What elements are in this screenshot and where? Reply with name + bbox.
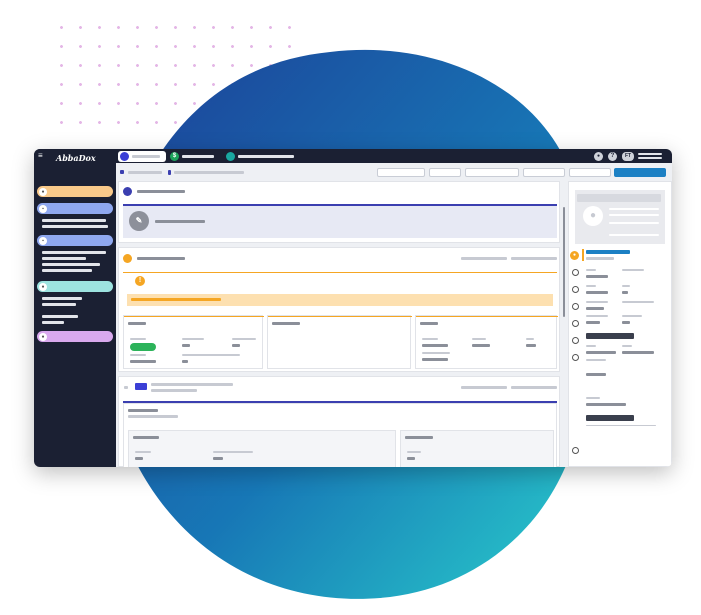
edit-button[interactable]: [569, 168, 611, 177]
id-card-icon[interactable]: [572, 320, 579, 327]
app-window: ≡ AbbaDox ● ▪ ▪ ● ● $ ● ? FT ✎ ! ● ●: [34, 149, 672, 467]
sidebar-item-patients[interactable]: ●: [37, 281, 113, 292]
calendar-icon: [120, 170, 124, 174]
help-icon[interactable]: ?: [608, 152, 617, 161]
breadcrumb-location: [174, 171, 244, 174]
empty-state-panel: ✎: [123, 206, 557, 238]
alert-banner: [127, 294, 553, 306]
info-subcard: [267, 315, 412, 369]
details-section-card: [118, 376, 560, 467]
sidebar-subitem[interactable]: [42, 297, 82, 300]
toolbar-button[interactable]: [377, 168, 425, 177]
user-icon[interactable]: ●: [570, 251, 579, 260]
avatar: ●: [583, 206, 603, 226]
bell-icon[interactable]: [572, 269, 579, 276]
details-subpanel: [128, 430, 396, 467]
user-icon: ●: [39, 188, 47, 196]
sidebar-item-documents[interactable]: ▪: [37, 235, 113, 246]
sidebar-item-messages[interactable]: ●: [37, 331, 113, 342]
tab-search[interactable]: [224, 151, 304, 162]
breadcrumb: [128, 171, 162, 174]
sidebar-subitem[interactable]: [42, 263, 100, 266]
chat-icon: ●: [39, 333, 47, 341]
toolbar-button[interactable]: [429, 168, 461, 177]
hero-stage: ≡ AbbaDox ● ▪ ▪ ● ● $ ● ? FT ✎ ! ● ●: [0, 0, 701, 615]
patient-card: ●: [575, 190, 665, 244]
toolbar-button[interactable]: [465, 168, 519, 177]
details-subpanel: [400, 430, 554, 467]
scrollbar[interactable]: [563, 207, 565, 317]
exclamation-icon: !: [135, 276, 145, 286]
sidebar-subitem[interactable]: [42, 315, 78, 318]
note-edit-icon: ✎: [129, 211, 149, 231]
hamburger-menu-icon[interactable]: ≡: [38, 152, 43, 160]
section-flag-icon: [135, 383, 147, 390]
search-icon: [226, 152, 235, 161]
sidebar-subitem[interactable]: [42, 225, 108, 228]
primary-action-button[interactable]: [614, 168, 666, 177]
sidebar-subitem[interactable]: [42, 251, 106, 254]
info-subcard: [123, 315, 264, 369]
document-icon: ▪: [39, 237, 47, 245]
attachment-icon[interactable]: [572, 447, 579, 454]
clock-icon[interactable]: [572, 286, 579, 293]
active-indicator: [582, 249, 584, 261]
sidebar-subitem[interactable]: [42, 257, 86, 260]
status-badge: [130, 343, 156, 351]
tab-patient[interactable]: [118, 151, 166, 162]
user-avatar[interactable]: FT: [622, 152, 634, 161]
sidebar-subitem[interactable]: [42, 269, 92, 272]
chat-bubble-icon[interactable]: ●: [594, 152, 603, 161]
person-icon: ●: [39, 283, 47, 291]
details-panel: [123, 403, 557, 467]
alert-section-icon: [123, 254, 132, 263]
sidebar-subitem[interactable]: [42, 321, 64, 324]
sidebar-item-profile[interactable]: ●: [37, 186, 113, 197]
dollar-icon: $: [170, 152, 179, 161]
sidebar: ≡ AbbaDox ● ▪ ▪ ● ●: [34, 149, 116, 467]
patient-icon: [120, 152, 129, 161]
section-icon: [123, 187, 132, 196]
document-icon[interactable]: [572, 337, 579, 344]
header-section-card: ✎: [118, 181, 560, 243]
alerts-section-card: !: [118, 247, 560, 372]
app-logo: AbbaDox: [56, 153, 96, 163]
location-pin-icon: [168, 170, 171, 175]
sidebar-subitem[interactable]: [42, 303, 76, 306]
pin-icon[interactable]: [572, 354, 579, 361]
sidebar-subitem[interactable]: [42, 219, 106, 222]
print-button[interactable]: [523, 168, 565, 177]
info-subcard: [415, 315, 558, 369]
tab-billing[interactable]: $: [168, 151, 220, 162]
sidebar-item-orders[interactable]: ▪: [37, 203, 113, 214]
document-icon: ▪: [39, 205, 47, 213]
message-icon[interactable]: [572, 303, 579, 310]
